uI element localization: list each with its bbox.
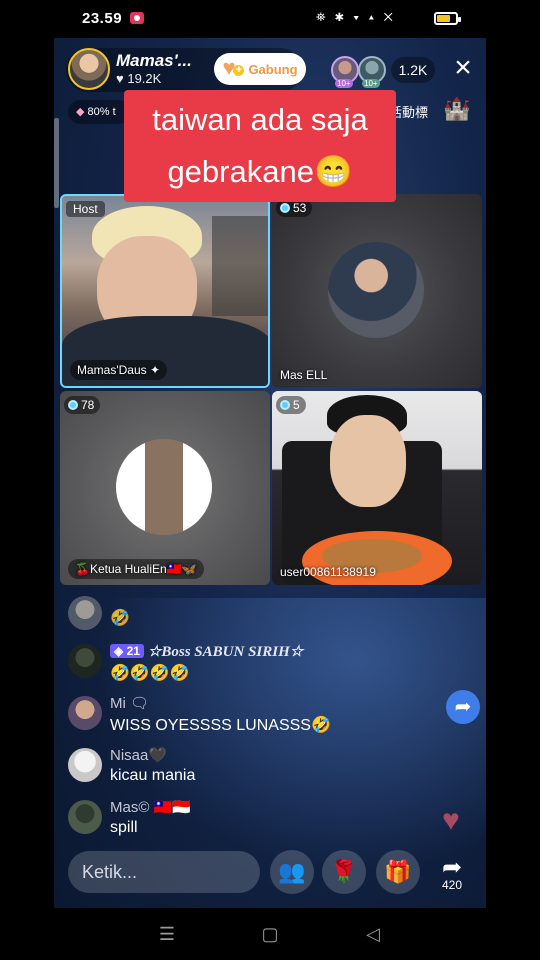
battery-fill xyxy=(437,15,450,22)
guest-avatar xyxy=(328,242,424,338)
viewer-count[interactable]: 1.2K xyxy=(391,57,435,83)
chat-username: Mi 🗨 xyxy=(110,695,150,712)
chat-avatar xyxy=(68,644,102,678)
chat-text: spill xyxy=(110,819,138,836)
caption-line: taiwan ada saja xyxy=(152,102,368,137)
chat-avatar xyxy=(68,696,102,730)
chat-message[interactable]: 🤣 xyxy=(68,594,428,630)
chat-avatar xyxy=(68,748,102,782)
status-icons: ⛯ ✱ ▾ ▴ ✕ xyxy=(316,10,396,24)
caption-overlay: taiwan ada saja gebrakane😁 xyxy=(124,90,396,202)
guest-score: 78 xyxy=(64,396,101,414)
menu-icon[interactable]: ☰ xyxy=(155,922,179,946)
chat-message[interactable]: ◈ 21 ☆Boss SABUN SIRIH☆ 🤣🤣🤣🤣 xyxy=(68,642,428,686)
rank-badge-text: 80% t xyxy=(87,106,116,118)
floating-heart-icon: ♥ xyxy=(442,804,460,837)
host-video-tile[interactable]: Host Mamas'Daus ✦ xyxy=(60,194,270,388)
share-count: 420 xyxy=(441,878,463,892)
scroll-indicator xyxy=(54,118,59,208)
guest-score-value: 78 xyxy=(81,398,95,412)
tile-name: Mas ELL xyxy=(280,368,328,382)
gift-box-icon[interactable]: 🎁 xyxy=(376,850,420,894)
chat-text: kicau mania xyxy=(110,767,196,784)
chat-message[interactable]: Mas© 🇹🇼🇮🇩 spill xyxy=(68,798,428,842)
top-viewer-avatar[interactable]: 10+ xyxy=(331,56,359,88)
heart-plus-icon xyxy=(222,55,245,81)
top-viewer-avatar[interactable]: 10+ xyxy=(358,56,386,88)
tile-name: Mamas'Daus ✦ xyxy=(70,360,168,380)
join-button[interactable]: Gabung xyxy=(214,53,306,85)
diamond-icon xyxy=(280,203,290,213)
host-likes: ♥ 19.2K xyxy=(116,71,161,86)
viewer-level: 10+ xyxy=(335,79,353,88)
rose-gift-icon[interactable]: 🌹 xyxy=(322,850,366,894)
guest-video-tile[interactable]: 5 user00861138919 xyxy=(272,391,482,585)
chat-text: WISS OYESSSS LUNASSS🤣 xyxy=(110,717,331,734)
diamond-icon xyxy=(68,400,78,410)
bottom-bar: Ketik... 👥 🌹 🎁 ➦ 420 xyxy=(54,846,486,908)
viewer-level: 10+ xyxy=(362,79,380,88)
multi-guest-icon[interactable]: 👥 xyxy=(270,850,314,894)
chat-text: 🤣 xyxy=(110,610,130,627)
gem-icon: ◆ xyxy=(76,106,88,118)
host-likes-value: 19.2K xyxy=(127,71,162,86)
chat-avatar xyxy=(68,800,102,834)
tile-name: user00861138919 xyxy=(280,565,376,579)
back-icon[interactable]: ◁ xyxy=(361,922,385,946)
status-time: 23.59 xyxy=(82,10,123,27)
tile-name: 🍒Ketua HualiEn🇹🇼🦋 xyxy=(68,559,204,579)
home-icon[interactable]: ▢ xyxy=(258,922,282,946)
guest-score-value: 5 xyxy=(293,398,300,412)
chat-message[interactable]: Mi 🗨 WISS OYESSSS LUNASSS🤣 xyxy=(68,694,428,738)
host-background xyxy=(212,216,268,316)
guest-video-tile[interactable]: 53 Mas ELL xyxy=(272,194,482,388)
guest-avatar xyxy=(116,439,212,535)
chat-username-text: ☆Boss SABUN SIRIH☆ xyxy=(147,644,304,660)
close-icon[interactable]: × xyxy=(448,53,478,84)
live-stream: Mamas'... ♥ 19.2K Gabung 10+ 10+ 1.2K × … xyxy=(54,38,486,908)
caption-line: gebrakane😁 xyxy=(167,154,353,189)
guest-face xyxy=(330,415,406,507)
navigation-bar: ☰ ▢ ◁ xyxy=(0,908,540,960)
screen: 23.59 ⛯ ✱ ▾ ▴ ✕ Mamas'... ♥ 19.2K Gabung… xyxy=(0,0,540,960)
chat-message[interactable]: Nisaa🖤 kicau mania xyxy=(68,746,428,790)
status-bar: 23.59 ⛯ ✱ ▾ ▴ ✕ xyxy=(0,0,540,38)
level-badge: ◈ 21 xyxy=(110,644,144,658)
guest-video-tile[interactable]: 78 🍒Ketua HualiEn🇹🇼🦋 xyxy=(60,391,270,585)
chat-username: Nisaa🖤 xyxy=(110,747,168,764)
guest-score-value: 53 xyxy=(293,201,307,215)
chat-avatar xyxy=(68,596,102,630)
screen-record-icon xyxy=(130,12,144,24)
chat-text: 🤣🤣🤣🤣 xyxy=(110,665,190,682)
share-arrow-icon[interactable]: ➦ xyxy=(446,690,480,724)
level-value: 21 xyxy=(126,644,140,658)
heart-icon: ♥ xyxy=(116,71,128,86)
guest-score: 5 xyxy=(276,396,306,414)
host-tag: Host xyxy=(66,201,105,217)
host-name: Mamas'... xyxy=(116,51,192,70)
rank-badge[interactable]: ◆ 80% t xyxy=(68,100,130,124)
chat-username: Mas© 🇹🇼🇮🇩 xyxy=(110,799,191,816)
join-label: Gabung xyxy=(248,61,298,77)
host-avatar[interactable] xyxy=(68,48,110,90)
chat-username: ◈ 21 ☆Boss SABUN SIRIH☆ xyxy=(110,642,303,661)
event-castle-icon[interactable]: 🏰 xyxy=(443,96,473,126)
diamond-icon xyxy=(280,400,290,410)
battery-icon xyxy=(434,12,461,25)
comment-input[interactable]: Ketik... xyxy=(68,851,260,893)
